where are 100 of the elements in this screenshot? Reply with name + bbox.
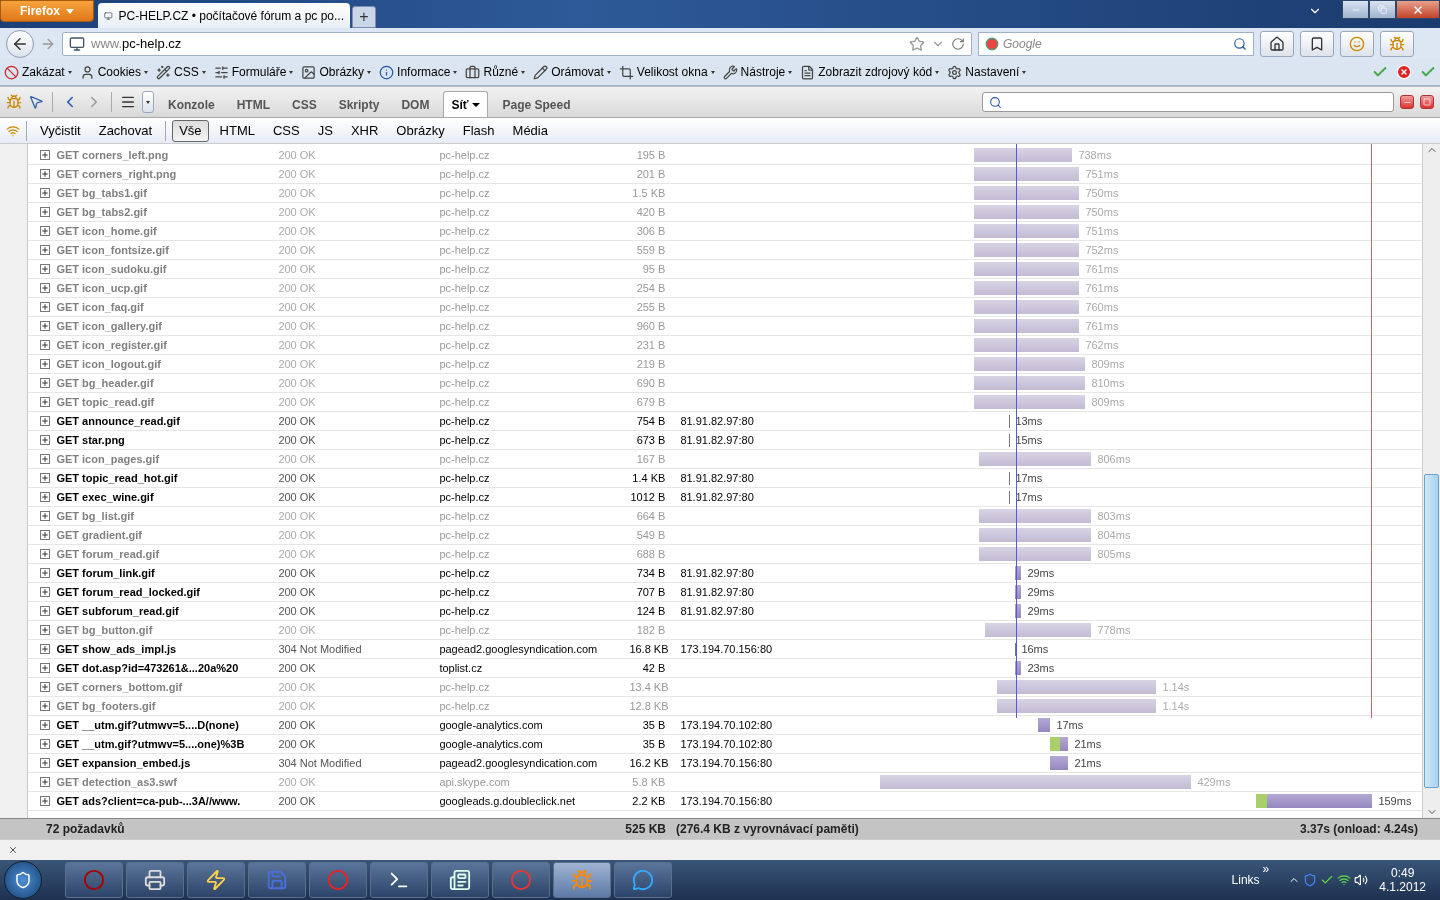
expand-icon[interactable] — [40, 530, 51, 540]
firebug-search-field[interactable] — [982, 92, 1394, 112]
reload-icon[interactable] — [951, 36, 965, 51]
expand-icon[interactable] — [40, 302, 51, 312]
request-row[interactable]: GET icon_pages.gif 200 OK pc-help.cz 167 B 806ms — [28, 450, 1423, 469]
request-row[interactable]: GET forum_link.gif 200 OK pc-help.cz 734 B 81.91.82.97:80 29ms — [28, 564, 1423, 583]
request-row[interactable]: GET bg_list.gif 200 OK pc-help.cz 664 B 803ms — [28, 507, 1423, 526]
expand-icon[interactable] — [40, 720, 51, 730]
expand-icon[interactable] — [40, 568, 51, 578]
expand-icon[interactable] — [40, 701, 51, 711]
request-row[interactable]: GET corners_right.png 200 OK pc-help.cz 201 B 751ms — [28, 165, 1423, 184]
request-row[interactable]: GET announce_read.gif 200 OK pc-help.cz 754 B 81.91.82.97:80 13ms — [28, 412, 1423, 431]
expand-icon[interactable] — [40, 587, 51, 597]
bookmarks-button[interactable] — [1300, 30, 1334, 57]
expand-icon[interactable] — [40, 492, 51, 502]
detach-button[interactable] — [1420, 95, 1434, 109]
toolbar-menu[interactable]: Obrázky — [301, 64, 372, 80]
expand-icon[interactable] — [40, 663, 51, 673]
expand-icon[interactable] — [40, 606, 51, 616]
toolbar-menu[interactable]: Formuláře — [213, 64, 294, 80]
firebug-button[interactable] — [1380, 30, 1414, 57]
expand-icon[interactable] — [40, 283, 51, 293]
back-button[interactable] — [6, 29, 34, 58]
expand-icon[interactable] — [40, 796, 51, 806]
request-row[interactable]: GET exec_wine.gif 200 OK pc-help.cz 1012 B 81.91.82.97:80 17ms — [28, 488, 1423, 507]
filter-button[interactable]: Flash — [455, 119, 502, 142]
request-row[interactable]: GET forum_read.gif 200 OK pc-help.cz 688 B 805ms — [28, 545, 1423, 564]
expand-icon[interactable] — [40, 435, 51, 445]
request-row[interactable]: GET detection_as3.swf 200 OK api.skype.com 5.8 KB 429ms — [28, 773, 1423, 792]
request-row[interactable]: GET corners_left.png 200 OK pc-help.cz 195 B 738ms — [28, 146, 1423, 165]
browser-tab[interactable]: PC-HELP.CZ • počítačové fórum a pc po... — [98, 3, 350, 28]
taskbar-app[interactable] — [431, 862, 489, 898]
expand-icon[interactable] — [40, 226, 51, 236]
search-engine-icon[interactable] — [985, 36, 999, 51]
expand-icon[interactable] — [40, 207, 51, 217]
filter-button[interactable]: JS — [310, 119, 340, 142]
panel-tab[interactable]: Skripty — [330, 91, 388, 117]
expand-icon[interactable] — [40, 169, 51, 179]
request-row[interactable]: GET ads?client=ca-pub-...3A//www. 200 OK googleads.g.doubleclick.net 2.2 KB 173.194.70.156:80 159ms — [28, 792, 1423, 811]
panel-tab[interactable]: CSS — [284, 91, 325, 117]
request-row[interactable]: GET bg_footers.gif 200 OK pc-help.cz 12.8 KB 1.14s — [28, 697, 1423, 716]
filter-button[interactable]: Média — [505, 119, 555, 142]
taskbar-app[interactable] — [370, 862, 428, 898]
filter-button[interactable]: Obrázky — [389, 119, 452, 142]
expand-icon[interactable] — [40, 188, 51, 198]
request-row[interactable]: GET icon_logout.gif 200 OK pc-help.cz 219 B 809ms — [28, 355, 1423, 374]
request-row[interactable]: GET icon_sudoku.gif 200 OK pc-help.cz 95 B 761ms — [28, 260, 1423, 279]
search-field[interactable]: Google — [978, 31, 1254, 56]
minimize-button[interactable] — [1342, 0, 1369, 19]
taskbar-app[interactable] — [126, 862, 184, 898]
request-row[interactable]: GET __utm.gif?utmwv=5....D(none) 200 OK google-analytics.com 35 B 173.194.70.102:80 17ms — [28, 716, 1423, 735]
action-button[interactable]: Zachovat — [91, 119, 160, 142]
toolbar-menu[interactable]: Cookies — [79, 64, 149, 80]
expand-icon[interactable] — [40, 739, 51, 749]
minimize-button[interactable] — [1400, 95, 1414, 109]
toolbar-menu[interactable]: CSS — [156, 64, 206, 80]
expand-icon[interactable] — [40, 150, 51, 160]
toolbar-menu[interactable]: Velikost okna — [618, 64, 715, 80]
expand-icon[interactable] — [40, 321, 51, 331]
request-row[interactable]: GET expansion_embed.js 304 Not Modified pagead2.googlesyndication.com 16.2 KB 173.194.70.156:80 21ms — [28, 754, 1423, 773]
request-row[interactable]: GET subforum_read.gif 200 OK pc-help.cz 124 B 81.91.82.97:80 29ms — [28, 602, 1423, 621]
request-row[interactable]: GET __utm.gif?utmwv=5....one)%3B 200 OK google-analytics.com 35 B 173.194.70.102:80 21ms — [28, 735, 1423, 754]
filter-button[interactable]: XHR — [343, 119, 386, 142]
star-icon[interactable] — [909, 35, 925, 52]
scroll-thumb[interactable] — [1424, 474, 1440, 788]
expand-icon[interactable] — [40, 758, 51, 768]
check-icon[interactable] — [1320, 873, 1335, 887]
addon-button[interactable] — [1340, 30, 1374, 57]
request-row[interactable]: GET icon_faq.gif 200 OK pc-help.cz 255 B 760ms — [28, 298, 1423, 317]
filter-button[interactable]: CSS — [266, 119, 307, 142]
panel-tab[interactable]: Síť — [443, 91, 489, 117]
expand-icon[interactable] — [40, 359, 51, 369]
new-tab-button[interactable]: + — [352, 6, 376, 28]
expand-icon[interactable] — [40, 340, 51, 350]
inspect-icon[interactable] — [28, 94, 44, 110]
toolbar-menu[interactable]: Orámovat — [533, 64, 611, 80]
expand-icon[interactable] — [40, 549, 51, 559]
request-row[interactable]: GET dot.asp?id=473261&...20a%20 200 OK toplist.cz 42 B 23ms — [28, 659, 1423, 678]
request-row[interactable]: GET gradient.gif 200 OK pc-help.cz 549 B 804ms — [28, 526, 1423, 545]
home-button[interactable] — [1260, 30, 1294, 57]
expand-icon[interactable] — [40, 511, 51, 521]
expand-icon[interactable] — [40, 625, 51, 635]
toolbar-menu[interactable]: Zobrazit zdrojový kód — [800, 64, 940, 80]
volume-icon[interactable] — [1354, 873, 1369, 887]
panel-tab[interactable]: HTML — [228, 91, 278, 117]
request-row[interactable]: GET icon_register.gif 200 OK pc-help.cz 231 B 762ms — [28, 336, 1423, 355]
close-icon[interactable] — [8, 845, 18, 855]
expand-icon[interactable] — [40, 397, 51, 407]
panel-tab[interactable]: Page Speed — [494, 91, 579, 117]
request-row[interactable]: GET bg_tabs2.gif 200 OK pc-help.cz 420 B 750ms — [28, 203, 1423, 222]
filter-button[interactable]: HTML — [212, 119, 262, 142]
start-button[interactable] — [4, 861, 42, 899]
search-icon[interactable] — [1233, 36, 1247, 51]
toolbar-menu[interactable]: Nástroje — [722, 64, 793, 80]
toolbar-menu[interactable]: Nastavení — [947, 64, 1027, 80]
expand-icon[interactable] — [40, 264, 51, 274]
request-row[interactable]: GET icon_gallery.gif 200 OK pc-help.cz 960 B 761ms — [28, 317, 1423, 336]
expand-icon[interactable] — [40, 473, 51, 483]
request-row[interactable]: GET icon_ucp.gif 200 OK pc-help.cz 254 B 761ms — [28, 279, 1423, 298]
panel-tab[interactable]: DOM — [393, 91, 438, 117]
